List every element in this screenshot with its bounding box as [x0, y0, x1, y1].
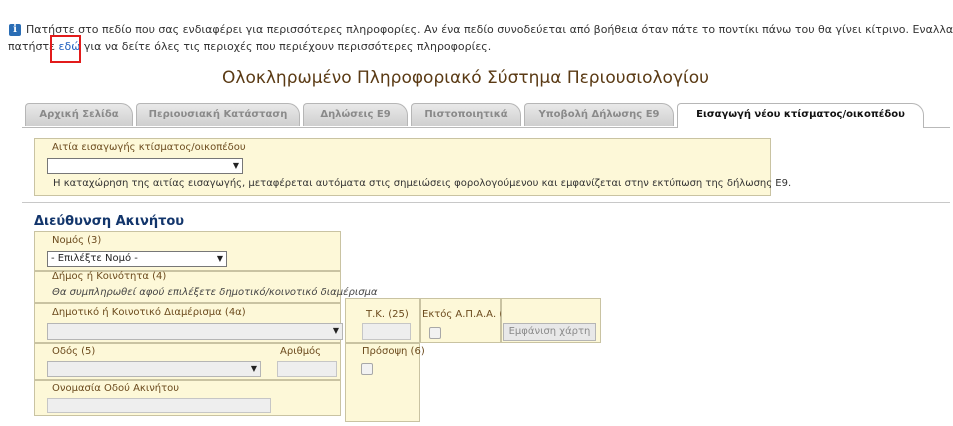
info-text-suffix: για να δείτε όλες τις περιοχές που περιέ… [83, 40, 492, 53]
tab-submit-e9[interactable]: Υποβολή Δήλωσης Ε9 [524, 103, 674, 126]
tab-e9-declarations[interactable]: Δηλώσεις Ε9 [303, 103, 408, 126]
street-name-input[interactable] [47, 398, 271, 413]
tab-certificates[interactable]: Πιστοποιητικά [411, 103, 521, 126]
tab-new-property[interactable]: Εισαγωγή νέου κτίσματος/οικοπέδου [677, 103, 924, 128]
outside-checkbox[interactable] [429, 327, 441, 339]
district-select[interactable]: ▼ [47, 323, 343, 340]
frontage-checkbox[interactable] [361, 363, 373, 375]
district-label: Δημοτικό ή Κοινοτικό Διαμέρισμα (4α) [52, 307, 246, 318]
prefecture-select[interactable]: - Επιλέξτε Νομό - ▼ [47, 251, 227, 267]
prefecture-label: Νομός (3) [52, 235, 102, 246]
street-select[interactable]: ▼ [47, 361, 261, 377]
info-text-line1: Πατήστε στο πεδίο που σας ενδιαφέρει για… [26, 23, 953, 36]
tab-home[interactable]: Αρχική Σελίδα [25, 103, 133, 126]
municipality-hint: Θα συμπληρωθεί αφού επιλέξετε δημοτικό/κ… [52, 287, 378, 298]
reason-label: Αιτία εισαγωγής κτίσματος/οικοπέδου [52, 142, 246, 153]
street-name-label: Ονομασία Οδού Ακινήτου [52, 383, 180, 394]
street-label: Οδός (5) [52, 346, 96, 357]
reason-select[interactable]: ▼ [47, 158, 243, 174]
postal-code-input[interactable] [362, 323, 411, 340]
reason-note: Η καταχώρηση της αιτίας εισαγωγής, μεταφ… [53, 178, 792, 189]
tab-property-status[interactable]: Περιουσιακή Κατάσταση [136, 103, 300, 126]
chevron-down-icon: ▼ [250, 364, 257, 373]
info-text-prefix: πατήστε [8, 40, 56, 53]
chevron-down-icon: ▼ [332, 326, 339, 335]
street-number-input[interactable] [277, 361, 337, 377]
section-divider [22, 202, 950, 203]
postal-label: Τ.Κ. (25) [366, 309, 409, 320]
frontage-label: Πρόσοψη (6) [362, 346, 425, 357]
chevron-down-icon: ▼ [232, 161, 239, 170]
municipality-label: Δήμος ή Κοινότητα (4) [52, 271, 167, 282]
street-number-label: Αριθμός [280, 346, 322, 357]
chevron-down-icon: ▼ [216, 254, 223, 263]
address-heading: Διεύθυνση Ακινήτου [34, 214, 185, 229]
link-highlight-box [50, 35, 81, 63]
prefecture-select-value: - Επιλέξτε Νομό - [51, 253, 138, 264]
show-map-button[interactable]: Εμφάνιση χάρτη [503, 323, 596, 341]
info-icon: i [9, 24, 21, 36]
page-title: Ολοκληρωμένο Πληροφοριακό Σύστημα Περιου… [222, 68, 710, 88]
